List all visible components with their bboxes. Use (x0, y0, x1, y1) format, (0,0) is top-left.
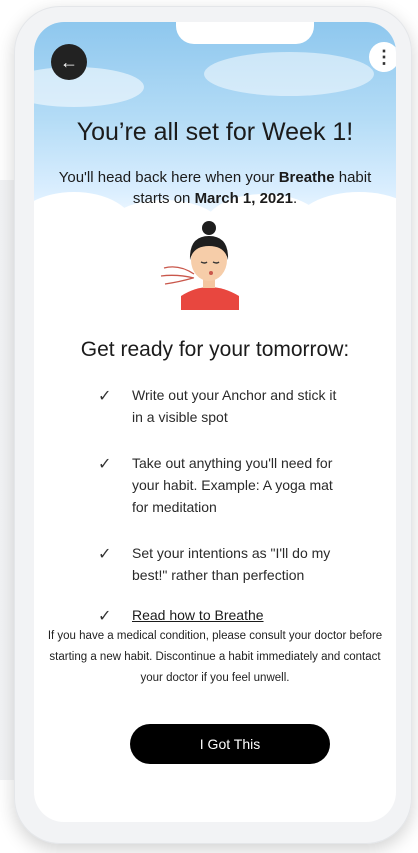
start-date: March 1, 2021 (194, 190, 293, 207)
app-screen: ← ⋮ You’re all set for Week 1! You'll he… (34, 22, 396, 822)
breathing-person-illustration (160, 221, 239, 310)
checkmark-icon: ✓ (98, 608, 112, 625)
checkmark-icon: ✓ (98, 456, 112, 473)
medical-disclaimer: If you have a medical condition, please … (47, 630, 383, 684)
back-button[interactable]: ← (51, 44, 87, 80)
checkmark-icon: ✓ (98, 546, 112, 563)
page-title: You’re all set for Week 1! (76, 118, 354, 146)
device-notch (176, 22, 314, 44)
i-got-this-button[interactable]: I Got This (130, 724, 330, 764)
section-title: Get ready for your tomorrow: (80, 338, 350, 361)
more-options-button[interactable]: ⋮ (369, 42, 396, 72)
checkmark-icon: ✓ (98, 388, 112, 405)
arrow-left-icon: ← (60, 52, 78, 72)
page-subtitle: You'll head back here when your Breathe … (58, 169, 372, 207)
habit-name: Breathe (278, 169, 335, 186)
phone-frame: ← ⋮ You’re all set for Week 1! You'll he… (14, 6, 412, 844)
more-vertical-icon: ⋮ (375, 47, 393, 67)
read-breathe-link[interactable]: Read how to Breathe (132, 604, 342, 626)
